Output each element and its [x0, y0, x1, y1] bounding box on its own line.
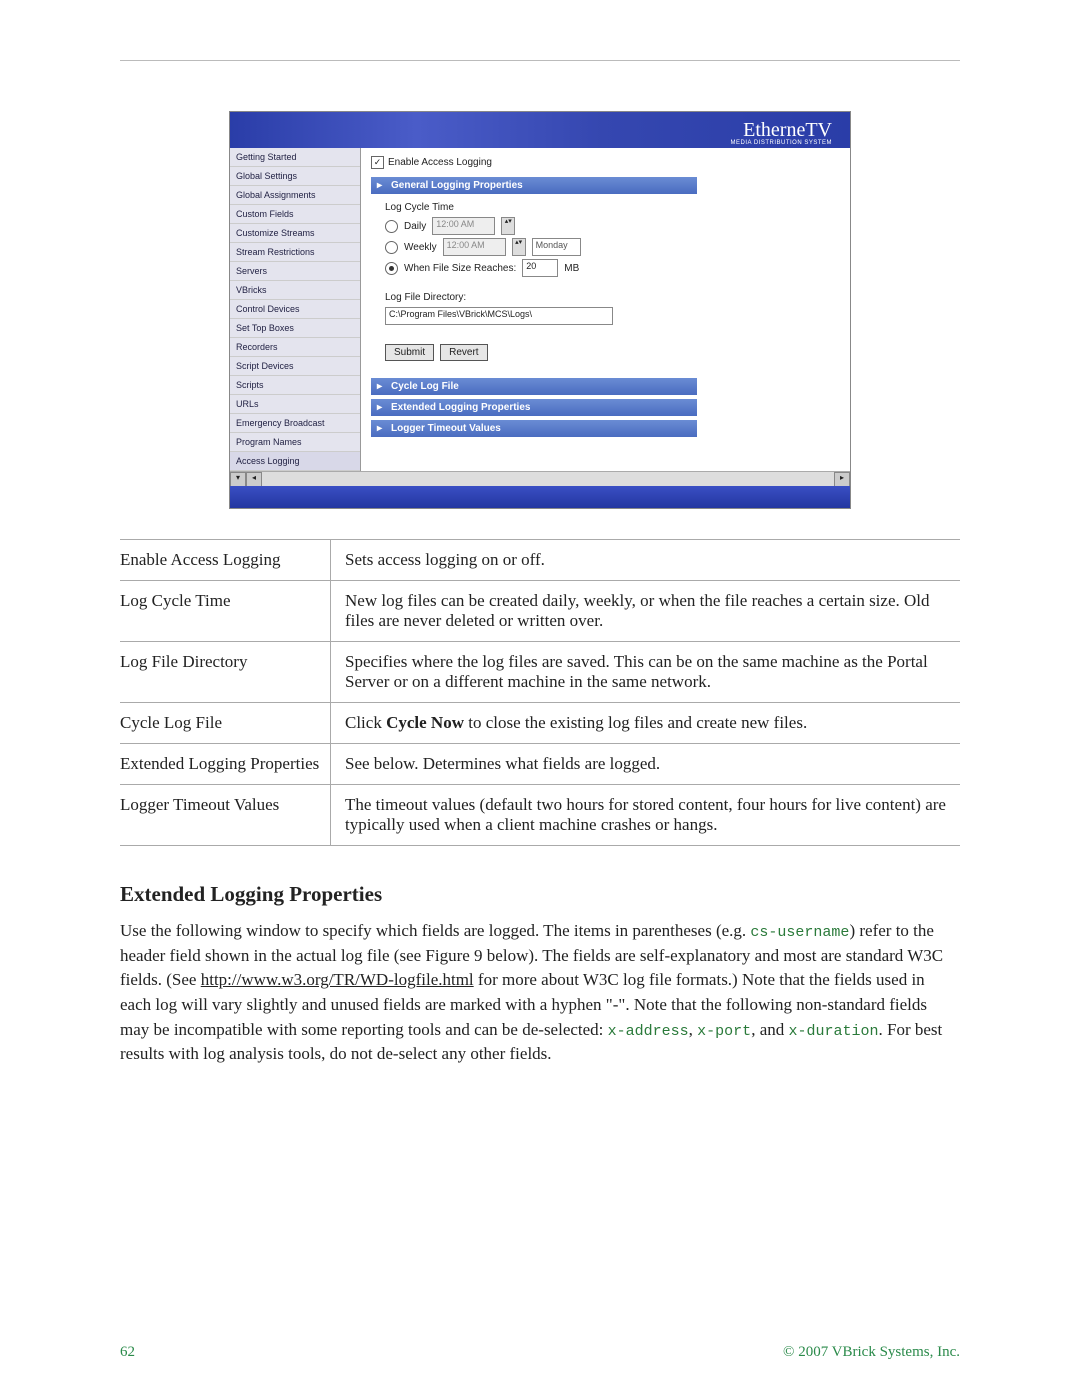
sidebar-item-scripts[interactable]: Scripts	[230, 376, 360, 395]
log-cycle-time-label: Log Cycle Time	[385, 202, 840, 213]
sidebar-item-custom-fields[interactable]: Custom Fields	[230, 205, 360, 224]
sidebar-item-getting-started[interactable]: Getting Started	[230, 148, 360, 167]
code-cs-username: cs-username	[750, 924, 849, 941]
table-row: Extended Logging Properties See below. D…	[120, 744, 960, 785]
sidebar-item-set-top-boxes[interactable]: Set Top Boxes	[230, 319, 360, 338]
log-dir-label: Log File Directory:	[385, 292, 840, 303]
term-cell: Enable Access Logging	[120, 540, 331, 581]
desc-cell: Sets access logging on or off.	[331, 540, 961, 581]
table-row: Cycle Log File Click Cycle Now to close …	[120, 703, 960, 744]
daily-label: Daily	[404, 221, 426, 232]
page-number: 62	[120, 1344, 135, 1361]
expand-icon: ▸	[377, 381, 382, 392]
enable-access-logging-checkbox[interactable]: ✓	[371, 156, 384, 169]
desc-cell: See below. Determines what fields are lo…	[331, 744, 961, 785]
enable-access-logging-label: Enable Access Logging	[388, 157, 492, 168]
filesize-radio[interactable]	[385, 262, 398, 275]
weekly-day-select[interactable]: Monday	[532, 238, 581, 256]
filesize-unit: MB	[564, 263, 579, 274]
collapse-icon: ▸	[377, 180, 382, 191]
sidebar-item-control-devices[interactable]: Control Devices	[230, 300, 360, 319]
logo-text: EtherneTV	[743, 119, 832, 142]
sidebar-item-recorders[interactable]: Recorders	[230, 338, 360, 357]
sidebar-item-urls[interactable]: URLs	[230, 395, 360, 414]
submit-button[interactable]: Submit	[385, 344, 434, 361]
table-row: Log File Directory Specifies where the l…	[120, 642, 960, 703]
revert-button[interactable]: Revert	[440, 344, 487, 361]
expand-icon: ▸	[377, 402, 382, 413]
section-cycle-log-file[interactable]: ▸ Cycle Log File	[371, 378, 697, 395]
daily-time-spinner[interactable]: ▴▾	[501, 217, 515, 235]
term-cell: Log File Directory	[120, 642, 331, 703]
daily-radio[interactable]	[385, 220, 398, 233]
section-general-logging[interactable]: ▸ General Logging Properties	[371, 177, 697, 194]
term-cell: Log Cycle Time	[120, 581, 331, 642]
sidebar: Getting Started Global Settings Global A…	[230, 148, 361, 471]
sidebar-item-program-names[interactable]: Program Names	[230, 433, 360, 452]
section-extended-label: Extended Logging Properties	[391, 402, 530, 413]
app-screenshot: EtherneTV MEDIA DISTRIBUTION SYSTEM Gett…	[229, 111, 851, 509]
copyright-text: © 2007 VBrick Systems, Inc.	[783, 1344, 960, 1361]
table-row: Enable Access Logging Sets access loggin…	[120, 540, 960, 581]
desc-cell: The timeout values (default two hours fo…	[331, 785, 961, 846]
screenshot-header: EtherneTV MEDIA DISTRIBUTION SYSTEM	[230, 112, 850, 148]
horizontal-scrollbar[interactable]: ▾ ◂ ▸	[230, 471, 850, 486]
section-timeout-label: Logger Timeout Values	[391, 423, 501, 434]
sidebar-item-customize-streams[interactable]: Customize Streams	[230, 224, 360, 243]
sidebar-item-global-assignments[interactable]: Global Assignments	[230, 186, 360, 205]
body-paragraph: Use the following window to specify whic…	[120, 919, 960, 1067]
section-cycle-label: Cycle Log File	[391, 381, 459, 392]
term-cell: Cycle Log File	[120, 703, 331, 744]
definition-table: Enable Access Logging Sets access loggin…	[120, 539, 960, 846]
table-row: Log Cycle Time New log files can be crea…	[120, 581, 960, 642]
section-logger-timeout[interactable]: ▸ Logger Timeout Values	[371, 420, 697, 437]
sidebar-item-access-logging[interactable]: Access Logging	[230, 452, 360, 471]
daily-time-input[interactable]: 12:00 AM	[432, 217, 495, 235]
table-row: Logger Timeout Values The timeout values…	[120, 785, 960, 846]
weekly-time-input[interactable]: 12:00 AM	[443, 238, 506, 256]
sidebar-item-global-settings[interactable]: Global Settings	[230, 167, 360, 186]
log-dir-input[interactable]: C:\Program Files\VBrick\MCS\Logs\	[385, 307, 613, 325]
code-x-duration: x-duration	[788, 1023, 878, 1040]
section-heading: Extended Logging Properties	[120, 882, 960, 907]
desc-cell: New log files can be created daily, week…	[331, 581, 961, 642]
sidebar-item-servers[interactable]: Servers	[230, 262, 360, 281]
section-extended-logging[interactable]: ▸ Extended Logging Properties	[371, 399, 697, 416]
weekly-label: Weekly	[404, 242, 437, 253]
desc-cell: Click Cycle Now to close the existing lo…	[331, 703, 961, 744]
filesize-input[interactable]: 20	[522, 259, 558, 277]
code-x-address: x-address	[608, 1023, 689, 1040]
sidebar-item-script-devices[interactable]: Script Devices	[230, 357, 360, 376]
sidebar-item-vbricks[interactable]: VBricks	[230, 281, 360, 300]
filesize-label: When File Size Reaches:	[404, 263, 516, 274]
weekly-time-spinner[interactable]: ▴▾	[512, 238, 526, 256]
code-x-port: x-port	[697, 1023, 751, 1040]
w3c-link[interactable]: http://www.w3.org/TR/WD-logfile.html	[201, 970, 474, 989]
expand-icon: ▸	[377, 423, 382, 434]
weekly-radio[interactable]	[385, 241, 398, 254]
sidebar-item-emergency-broadcast[interactable]: Emergency Broadcast	[230, 414, 360, 433]
term-cell: Logger Timeout Values	[120, 785, 331, 846]
main-panel: ✓ Enable Access Logging ▸ General Loggin…	[361, 148, 850, 471]
logo-subtext: MEDIA DISTRIBUTION SYSTEM	[730, 140, 832, 146]
section-general-label: General Logging Properties	[391, 180, 523, 191]
term-cell: Extended Logging Properties	[120, 744, 331, 785]
sidebar-item-stream-restrictions[interactable]: Stream Restrictions	[230, 243, 360, 262]
screenshot-footer-bar	[230, 486, 850, 508]
desc-cell: Specifies where the log files are saved.…	[331, 642, 961, 703]
top-rule	[120, 60, 960, 61]
